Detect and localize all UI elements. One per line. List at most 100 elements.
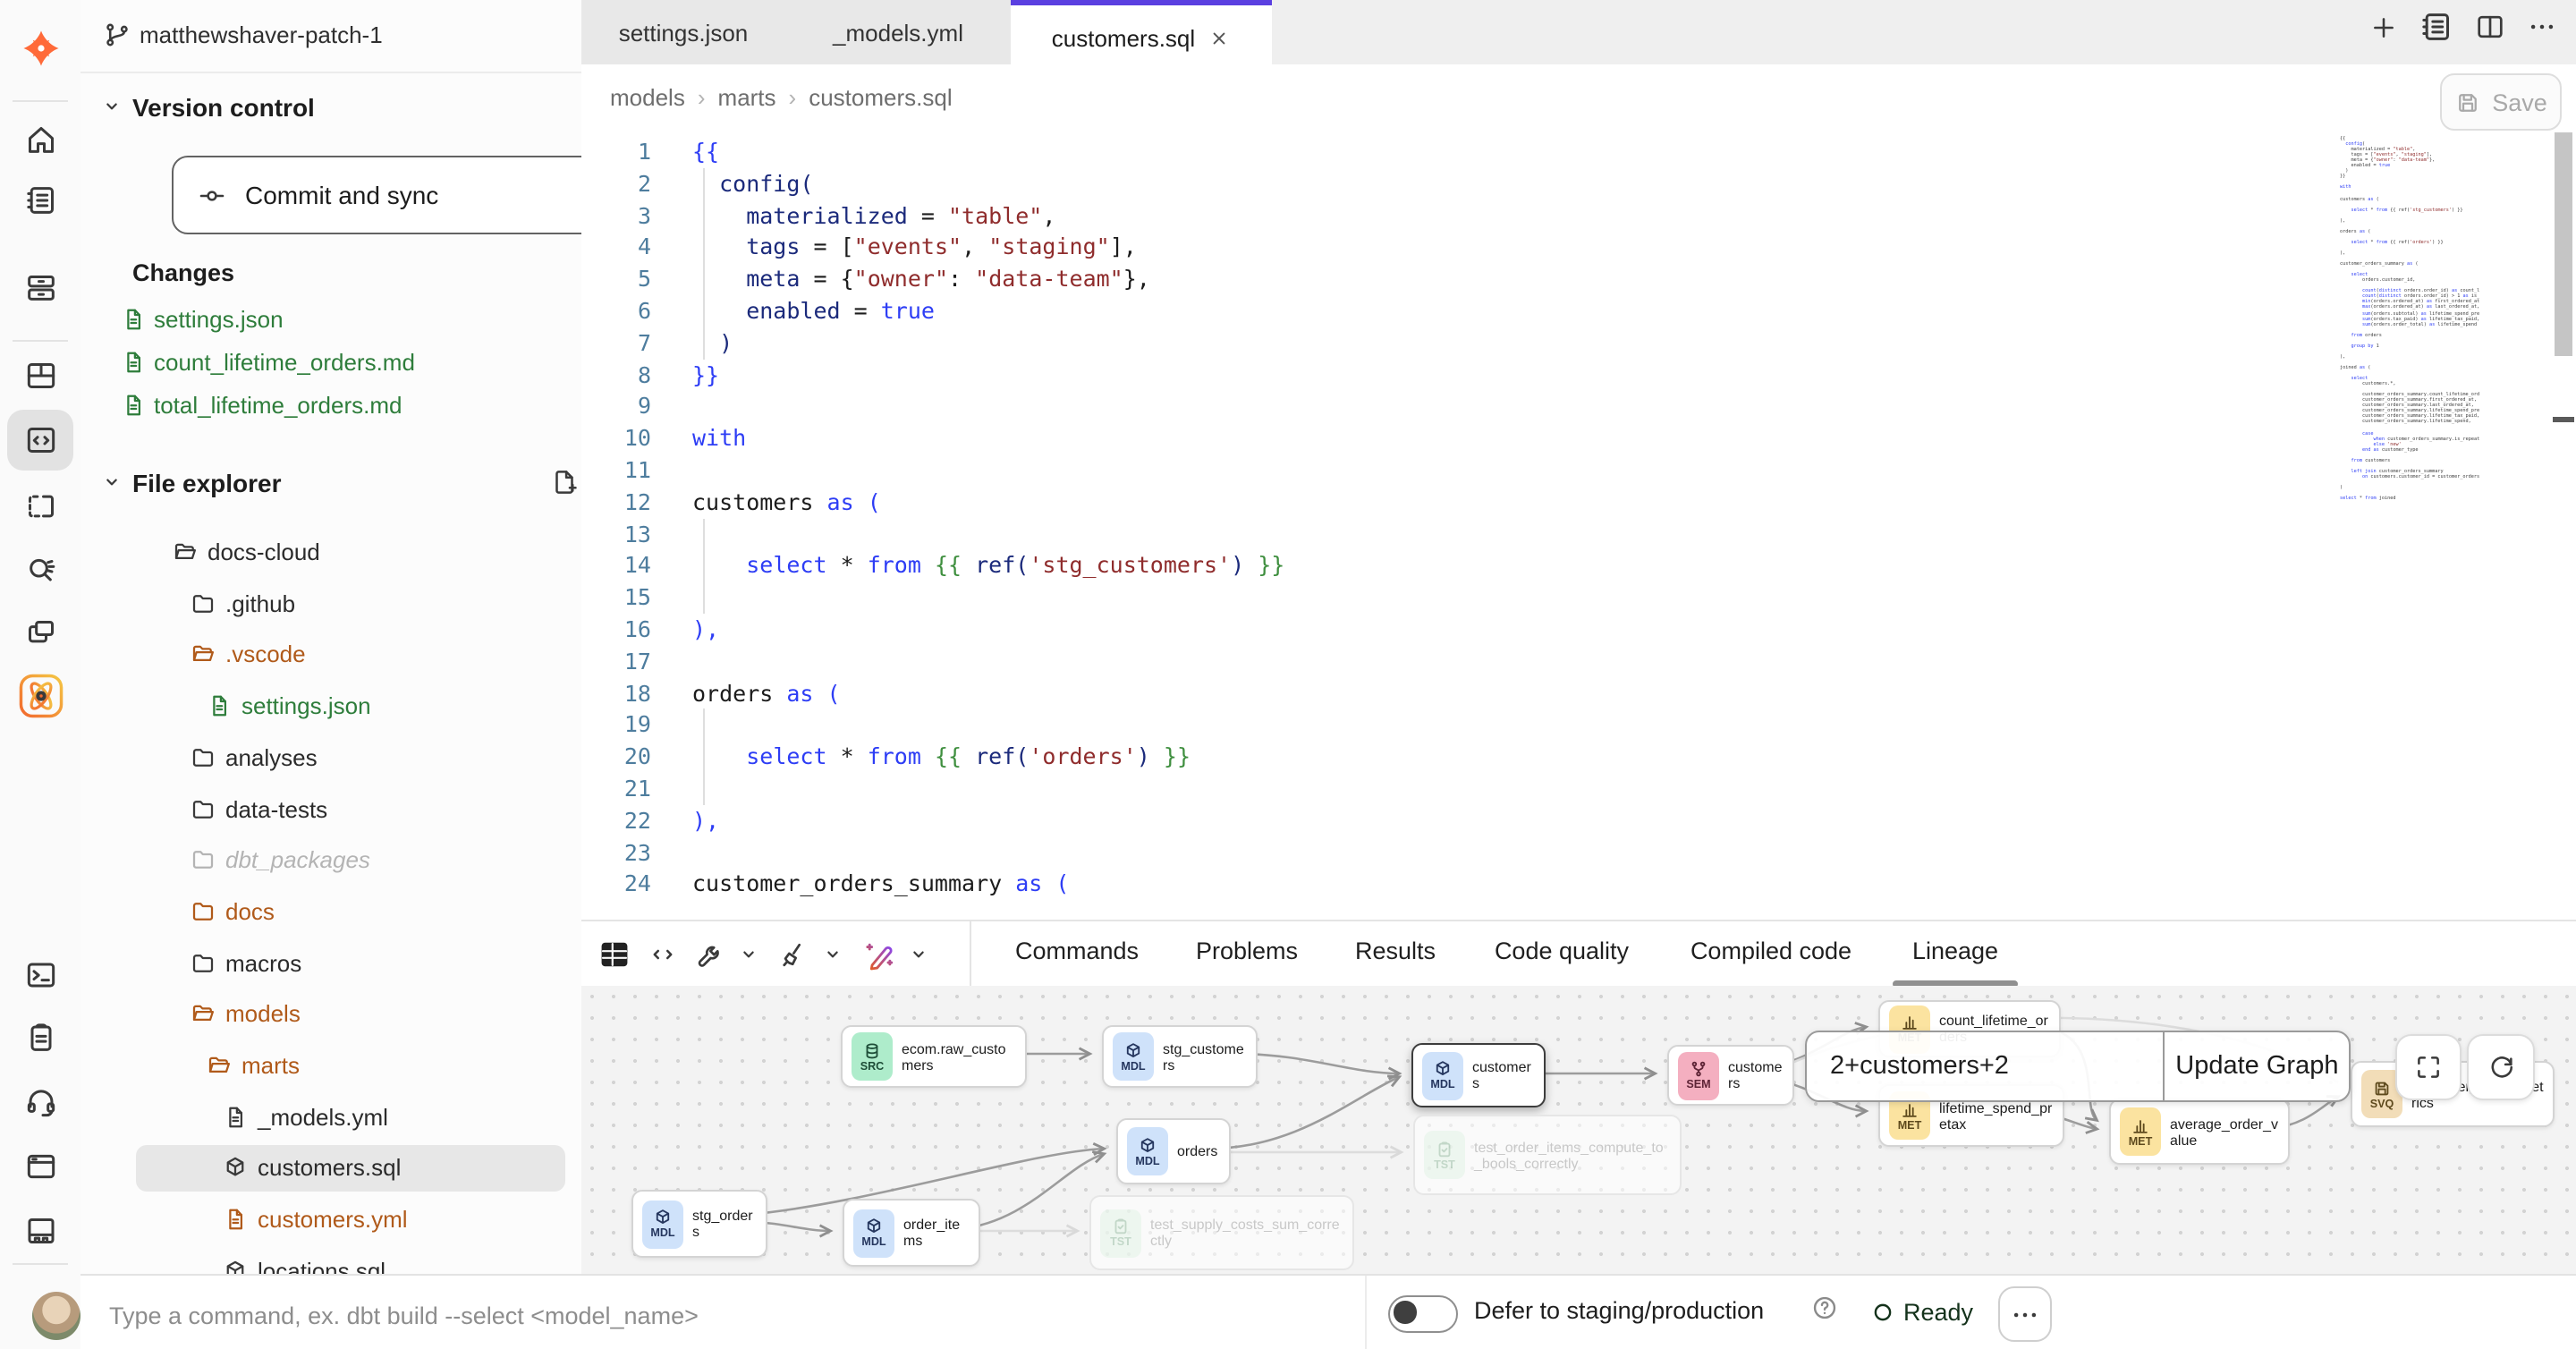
rail-item-dbt-logo[interactable] xyxy=(7,18,73,79)
rail-item-atom[interactable] xyxy=(7,666,73,726)
rail-item-headset[interactable] xyxy=(7,1072,73,1133)
lineage-node-customers_sem[interactable]: SEMcustomers xyxy=(1667,1045,1794,1106)
tree-item--models-yml[interactable]: _models.yml xyxy=(80,1094,581,1141)
lineage-node-raw_customers[interactable]: SRCecom.raw_customers xyxy=(841,1025,1027,1088)
lineage-node-average_order_value[interactable]: METaverage_order_value xyxy=(2109,1099,2290,1165)
breadcrumb[interactable]: models›marts›customers.sql xyxy=(610,84,953,111)
lineage-refresh-button[interactable] xyxy=(2467,1034,2535,1100)
rail-item-avatar[interactable] xyxy=(7,1285,73,1345)
tree-item-docs[interactable]: docs xyxy=(80,889,581,936)
new-tab-icon[interactable] xyxy=(2368,12,2399,42)
format-broom-icon[interactable] xyxy=(778,938,810,971)
tree-item-customers-yml[interactable]: customers.yml xyxy=(80,1197,581,1243)
lineage-fullscreen-button[interactable] xyxy=(2395,1034,2462,1100)
help-icon[interactable] xyxy=(1810,1294,1839,1322)
rail-item-code-editor[interactable] xyxy=(7,410,73,471)
rail-item-storefront[interactable] xyxy=(7,1201,73,1261)
change-item[interactable]: count_lifetime_orders.md xyxy=(80,342,581,385)
editor-tab-_models-yml[interactable]: _models.yml xyxy=(785,0,1013,64)
lineage-node-order_items[interactable]: MDLorder_items xyxy=(843,1199,980,1267)
line-number: 20 xyxy=(581,741,680,773)
code-line: 9 xyxy=(581,391,2334,423)
line-number: 5 xyxy=(581,263,680,295)
rail-item-drawer[interactable] xyxy=(7,258,73,318)
panel-tab-code-quality[interactable]: Code quality xyxy=(1495,938,1629,964)
notebook-icon[interactable] xyxy=(2419,9,2454,45)
copilot-options-chevron-icon[interactable] xyxy=(905,941,932,968)
chevron-down-icon[interactable] xyxy=(98,469,125,496)
tree-item--vscode[interactable]: .vscode xyxy=(80,632,581,679)
lineage-node-test_supply[interactable]: TSTtest_supply_costs_sum_correctly xyxy=(1089,1195,1354,1270)
line-number: 23 xyxy=(581,836,680,869)
panel-tab-lineage[interactable]: Lineage xyxy=(1912,938,1998,964)
defer-toggle[interactable] xyxy=(1388,1295,1458,1333)
breadcrumb-segment[interactable]: models xyxy=(610,84,685,111)
tree-item-settings-json[interactable]: settings.json xyxy=(80,683,581,730)
tree-item-macros[interactable]: macros xyxy=(80,940,581,987)
panel-tab-compiled-code[interactable]: Compiled code xyxy=(1690,938,1852,964)
code-editor[interactable]: 1{{2 config(3 materialized = "table",4 t… xyxy=(581,136,2334,900)
version-control-title: Version control xyxy=(132,93,315,122)
build-wrench-icon[interactable] xyxy=(694,938,726,971)
tree-item-docs-cloud[interactable]: docs-cloud xyxy=(80,530,581,576)
breadcrumb-segment[interactable]: marts xyxy=(718,84,776,111)
tree-item-analyses[interactable]: analyses xyxy=(80,735,581,782)
split-editor-icon[interactable] xyxy=(2474,11,2506,43)
lineage-node-stg_customers[interactable]: MDLstg_customers xyxy=(1102,1025,1258,1088)
lineage-node-stg_orders[interactable]: MDLstg_orders xyxy=(631,1190,767,1258)
scrollbar-thumb[interactable] xyxy=(2555,132,2572,356)
rail-item-search-insights[interactable] xyxy=(7,539,73,599)
copilot-magic-icon[interactable] xyxy=(862,938,896,971)
rail-item-windows[interactable] xyxy=(7,603,73,664)
tree-item--github[interactable]: .github xyxy=(80,581,581,627)
rail-item-window-dashed[interactable] xyxy=(7,476,73,537)
dbt-logo-icon xyxy=(19,27,62,70)
build-options-chevron-icon[interactable] xyxy=(735,941,762,968)
save-button[interactable]: Save xyxy=(2440,73,2562,131)
rail-item-home[interactable] xyxy=(7,109,73,170)
status-more-button[interactable] xyxy=(1998,1286,2052,1342)
branch-row[interactable]: matthewshaver-patch-1 xyxy=(80,0,581,73)
minimap[interactable]: {{ config( materialized = "table", tags … xyxy=(2340,136,2479,515)
panel-tab-problems[interactable]: Problems xyxy=(1196,938,1298,964)
new-file-icon[interactable] xyxy=(549,467,580,497)
change-item[interactable]: total_lifetime_orders.md xyxy=(80,385,581,428)
editor-tab-customers-sql[interactable]: customers.sql xyxy=(1011,0,1272,70)
more-options-icon[interactable] xyxy=(2526,11,2558,43)
code-line: 17 xyxy=(581,646,2334,678)
rail-item-terminal[interactable] xyxy=(7,945,73,1005)
lineage-canvas[interactable]: SRCecom.raw_customers MDLstg_customers MDL… xyxy=(581,986,2576,1274)
rail-item-browser-window[interactable] xyxy=(7,1136,73,1197)
code-line: 13 xyxy=(581,518,2334,550)
file-icon xyxy=(222,1206,249,1233)
lineage-node-customers[interactable]: MDLcustomers xyxy=(1411,1043,1546,1107)
chevron-down-icon[interactable] xyxy=(98,93,125,120)
change-item[interactable]: settings.json xyxy=(80,299,581,342)
compile-code-icon[interactable] xyxy=(648,939,678,970)
tree-item-data-tests[interactable]: data-tests xyxy=(80,786,581,833)
tree-item-dbt-packages[interactable]: dbt_packages xyxy=(80,837,581,884)
command-input[interactable] xyxy=(106,1290,1186,1340)
format-options-chevron-icon[interactable] xyxy=(819,941,846,968)
rail-item-notebook[interactable] xyxy=(7,170,73,231)
close-tab-icon[interactable] xyxy=(1208,26,1231,49)
update-graph-button[interactable]: Update Graph xyxy=(2165,1052,2349,1081)
rail-item-dashboard[interactable] xyxy=(7,345,73,406)
breadcrumb-segment[interactable]: customers.sql xyxy=(809,84,952,111)
toggle-knob xyxy=(1394,1301,1416,1323)
ready-status-badge[interactable]: Ready xyxy=(1857,1290,1991,1335)
rail-item-clipboard[interactable] xyxy=(7,1007,73,1068)
tree-item-marts[interactable]: marts xyxy=(80,1043,581,1090)
line-number: 16 xyxy=(581,614,680,646)
tree-item-models[interactable]: models xyxy=(80,992,581,1039)
file-explorer-title: File explorer xyxy=(132,469,282,497)
editor-scrollbar[interactable] xyxy=(2553,131,2574,918)
tree-item-customers-sql[interactable]: customers.sql xyxy=(80,1146,581,1192)
panel-tab-commands[interactable]: Commands xyxy=(1015,938,1139,964)
preview-table-icon[interactable] xyxy=(597,938,631,971)
editor-tab-settings-json[interactable]: settings.json xyxy=(581,0,787,64)
lineage-selector-input[interactable]: 2+customers+2 xyxy=(1807,1052,2163,1081)
panel-tab-results[interactable]: Results xyxy=(1355,938,1436,964)
lineage-node-test_order_items[interactable]: TSTtest_order_items_compute_to_bools_cor… xyxy=(1413,1115,1682,1195)
lineage-node-orders[interactable]: MDLorders xyxy=(1116,1118,1231,1184)
